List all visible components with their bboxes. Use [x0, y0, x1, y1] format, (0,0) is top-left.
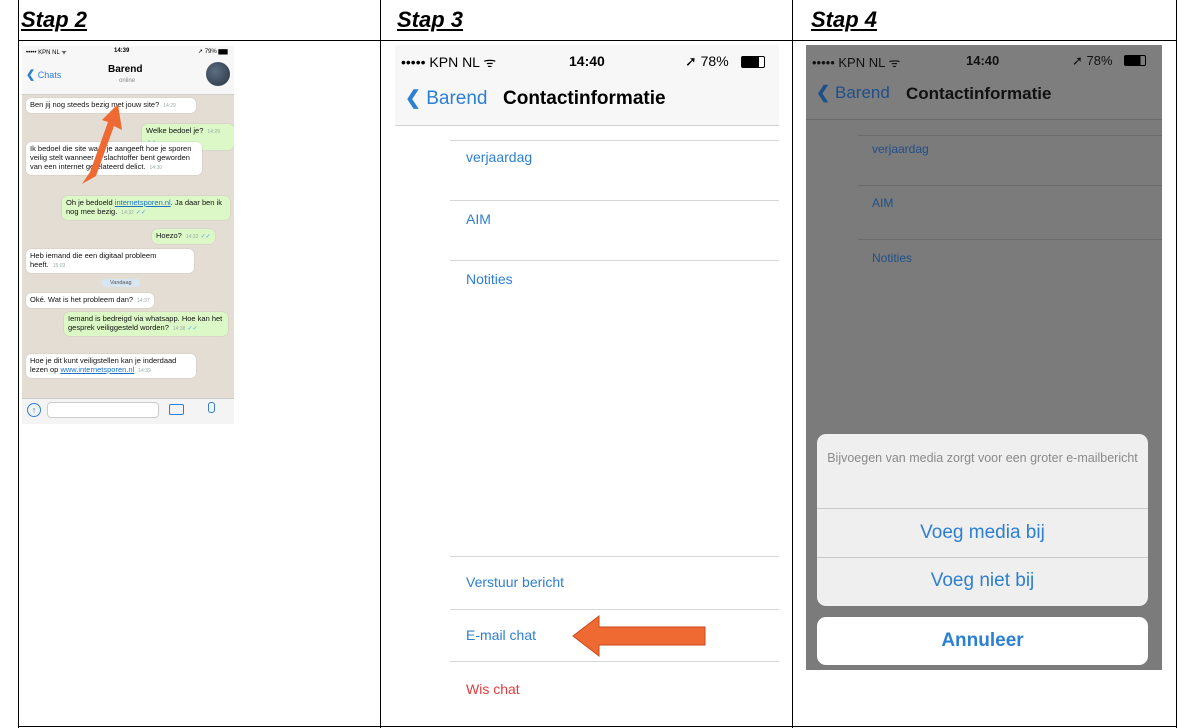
- red-arrow-pointer: [82, 104, 122, 184]
- cancel-button[interactable]: Annuleer: [817, 617, 1148, 665]
- separator: [858, 135, 1162, 136]
- table-border-mid1: [380, 0, 381, 728]
- table-border-right: [1176, 0, 1177, 728]
- separator: [858, 239, 1162, 240]
- field-verjaardag: verjaardag: [872, 142, 929, 156]
- carrier-label: ••••• KPN NL ᯤ: [812, 55, 901, 70]
- add-media-button[interactable]: Voeg media bij: [817, 509, 1148, 557]
- step-4-heading: Stap 4: [811, 7, 878, 32]
- field-aim: AIM: [872, 196, 894, 210]
- sheet-message: Bijvoegen van media zorgt voor een grote…: [827, 451, 1138, 465]
- step-3-heading: Stap 3: [397, 7, 464, 32]
- battery-icon: [1124, 55, 1146, 66]
- clock: 14:40: [966, 53, 1000, 68]
- dont-add-button[interactable]: Voeg niet bij: [817, 558, 1148, 606]
- battery-label: ➚ 78%: [1072, 53, 1113, 68]
- separator: [858, 185, 1162, 186]
- back-label: Barend: [834, 83, 890, 102]
- nav-title: Contactinformatie: [906, 84, 1052, 103]
- step-2-heading: Stap 2: [21, 7, 88, 32]
- table-bottom-border: [18, 726, 1177, 727]
- chevron-left-icon: ❮: [816, 83, 831, 102]
- back-button[interactable]: ❮ Barend: [816, 83, 890, 103]
- status-bar: ••••• KPN NL ᯤ 14:40 ➚ 78%: [806, 53, 1162, 70]
- contact-info-screenshot: ••••• KPN NL ᯤ 14:40 ➚ 78% ❮ Barend Cont…: [395, 45, 779, 726]
- red-arrow-pointer: [572, 614, 706, 658]
- field-notities: Notities: [872, 251, 913, 265]
- table-header-divider: [18, 40, 1177, 41]
- table-border-mid2: [792, 0, 793, 728]
- email-action-sheet-screenshot: ••••• KPN NL ᯤ 14:40 ➚ 78% ❮ Barend Cont…: [806, 45, 1162, 670]
- action-sheet: Bijvoegen van media zorgt voor een grote…: [817, 434, 1148, 606]
- whatsapp-chat-screenshot: ••••• KPN NL ᯤ 14:39 ➚ 79% ▆▆ ❮ Chats Ba…: [22, 46, 234, 424]
- table-border-left: [18, 0, 19, 728]
